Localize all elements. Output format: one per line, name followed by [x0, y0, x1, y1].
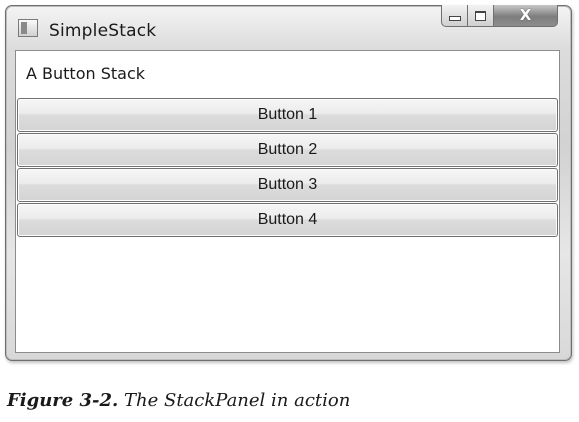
maximize-icon	[475, 10, 486, 21]
button-4[interactable]: Button 4	[17, 203, 558, 237]
minimize-icon	[448, 16, 461, 21]
caption-buttons: X	[441, 5, 558, 28]
button-2[interactable]: Button 2	[17, 133, 558, 167]
maximize-button[interactable]	[468, 5, 494, 27]
title-bar[interactable]: SimpleStack X	[6, 5, 571, 48]
close-icon: X	[519, 6, 532, 24]
window-title: SimpleStack	[49, 21, 157, 41]
window-app-icon[interactable]	[18, 19, 38, 37]
close-button[interactable]: X	[494, 5, 558, 27]
figure-number: Figure 3-2.	[7, 390, 119, 411]
button-1[interactable]: Button 1	[17, 98, 558, 132]
simplestack-window: SimpleStack X A Button Stack Button 1 Bu…	[5, 5, 572, 361]
client-area: A Button Stack Button 1 Button 2 Button …	[15, 50, 560, 353]
figure-caption-text: The StackPanel in action	[124, 390, 351, 411]
figure-caption: Figure 3-2. The StackPanel in action	[7, 390, 350, 412]
minimize-button[interactable]	[441, 5, 468, 27]
button-3[interactable]: Button 3	[17, 168, 558, 202]
stack-label: A Button Stack	[26, 64, 146, 83]
